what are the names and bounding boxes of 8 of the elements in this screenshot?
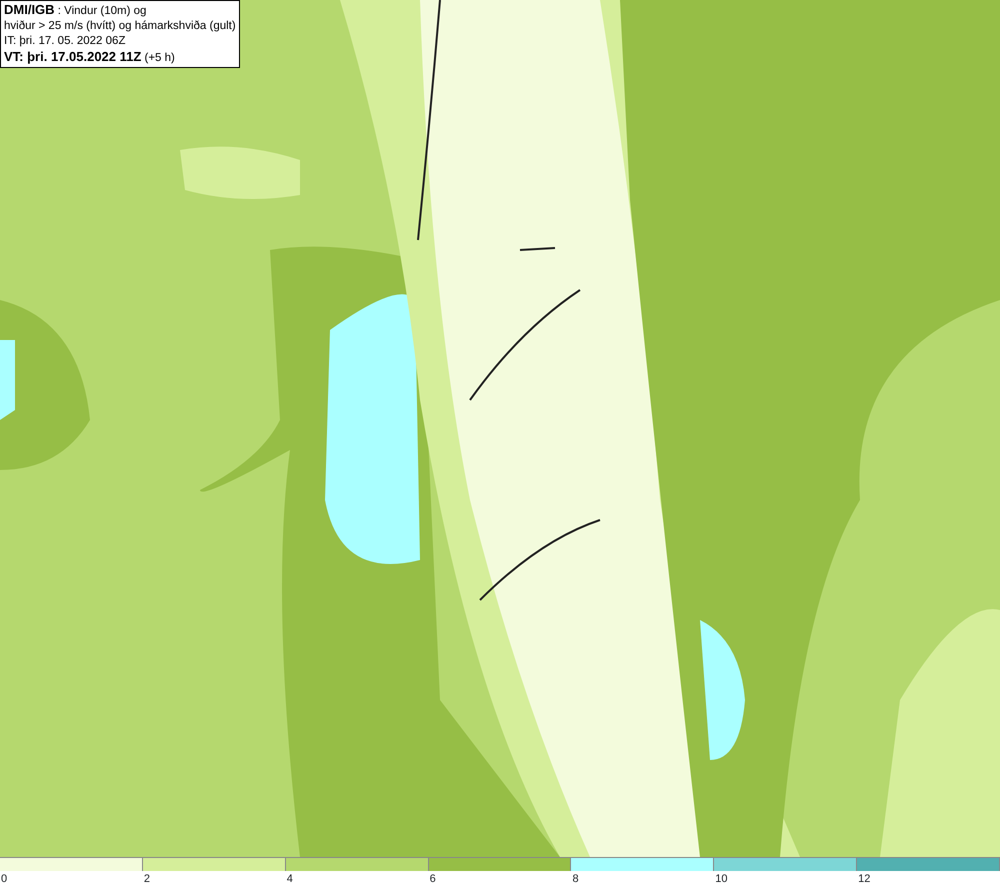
legend-label: 10	[715, 873, 728, 885]
legend-label: 2	[144, 873, 150, 885]
legend-label: 6	[430, 873, 436, 885]
legend-label: 12	[858, 873, 870, 885]
legend-label: 0	[1, 873, 8, 885]
legend-label: 4	[286, 873, 293, 885]
map-caption: DMI/IGB : Vindur (10m) og hviður > 25 m/s (hvítt) og hámarkshviða (gult) IT: þri. 17. 05. 2022 06Z VT: þri. 17.05.2022 11Z (+5 h)	[0, 0, 240, 68]
legend-label: 8	[572, 873, 579, 885]
